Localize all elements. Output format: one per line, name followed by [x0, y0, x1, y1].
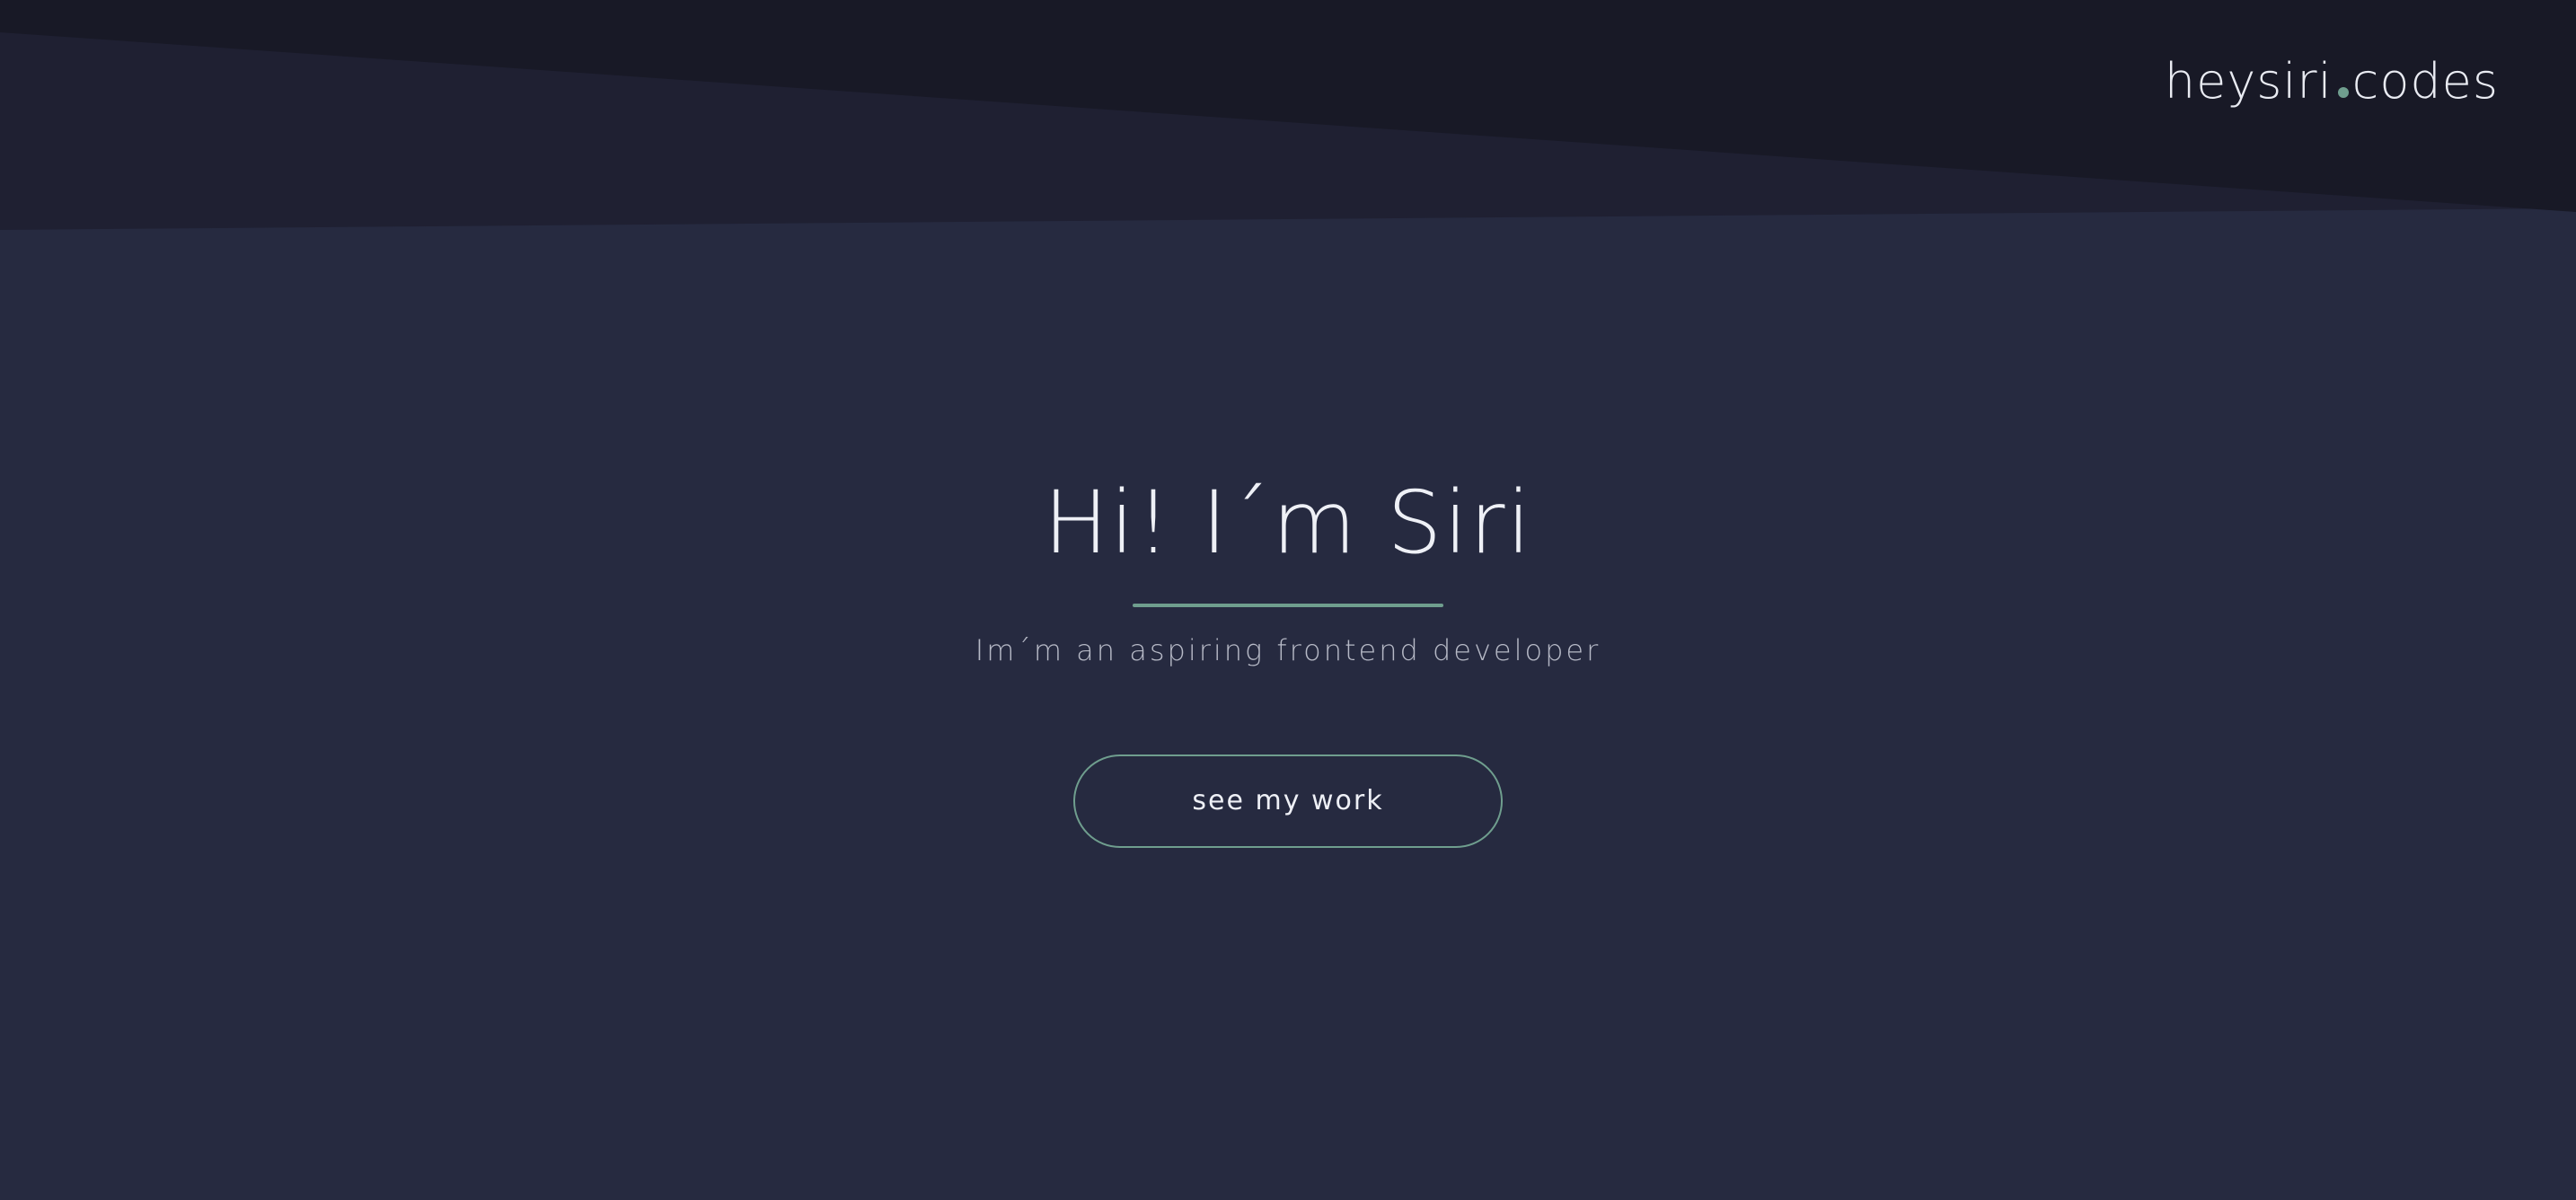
logo-name: heysiri [2164, 53, 2333, 110]
logo-suffix: codes [2351, 53, 2499, 110]
hero-subtitle: Im´m an aspiring frontend developer [975, 633, 1601, 667]
hero-title: Hi! I´m Siri [1043, 472, 1533, 573]
logo-dot-icon [2337, 87, 2349, 98]
title-divider [1133, 604, 1443, 607]
see-my-work-button[interactable]: see my work [1073, 754, 1503, 848]
site-logo[interactable]: heysiri codes [2165, 57, 2499, 106]
hero-section: heysiri codes Hi! I´m Siri Im´m an aspiri… [0, 0, 2576, 1200]
hero-content: Hi! I´m Siri Im´m an aspiring frontend d… [0, 467, 2576, 848]
